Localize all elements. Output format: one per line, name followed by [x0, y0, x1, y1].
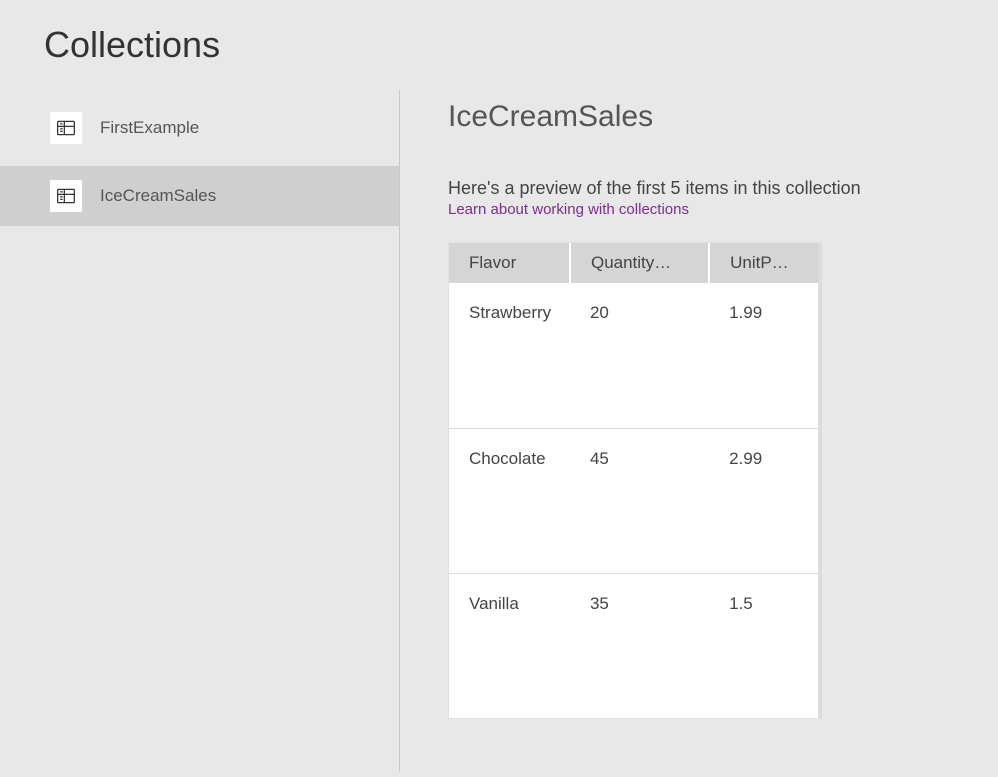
sidebar-item-firstexample[interactable]: FirstExample [0, 98, 399, 158]
table-row[interactable]: Chocolate 45 2.99 [449, 428, 818, 573]
cell-quantity: 20 [570, 283, 709, 428]
cell-unitprice: 1.99 [709, 283, 818, 428]
cell-quantity: 45 [570, 428, 709, 573]
learn-collections-link[interactable]: Learn about working with collections [448, 201, 689, 218]
collection-detail-title: IceCreamSales [448, 100, 958, 134]
preview-table: Flavor Quantity… UnitP… Strawberry 20 1.… [449, 243, 818, 718]
sidebar-item-icecreamsales[interactable]: IceCreamSales [0, 166, 399, 226]
cell-flavor: Strawberry [449, 283, 570, 428]
table-header-row: Flavor Quantity… UnitP… [449, 243, 818, 283]
cell-unitprice: 1.5 [709, 573, 818, 718]
table-row[interactable]: Vanilla 35 1.5 [449, 573, 818, 718]
preview-description: Here's a preview of the first 5 items in… [448, 178, 958, 199]
collections-sidebar: FirstExample IceCreamSales [0, 90, 400, 772]
content-area: FirstExample IceCreamSales IceCreamSales… [0, 90, 998, 772]
page-title: Collections [0, 0, 998, 90]
table-header-flavor[interactable]: Flavor [449, 243, 570, 283]
cell-flavor: Chocolate [449, 428, 570, 573]
sidebar-item-label: IceCreamSales [100, 186, 216, 206]
table-header-quantity[interactable]: Quantity… [570, 243, 709, 283]
cell-quantity: 35 [570, 573, 709, 718]
table-header-unitprice[interactable]: UnitP… [709, 243, 818, 283]
collection-icon [50, 180, 82, 212]
collection-icon [50, 112, 82, 144]
preview-table-wrapper: Flavor Quantity… UnitP… Strawberry 20 1.… [448, 242, 822, 719]
table-row[interactable]: Strawberry 20 1.99 [449, 283, 818, 428]
cell-unitprice: 2.99 [709, 428, 818, 573]
sidebar-item-label: FirstExample [100, 118, 199, 138]
cell-flavor: Vanilla [449, 573, 570, 718]
detail-panel: IceCreamSales Here's a preview of the fi… [400, 90, 998, 772]
